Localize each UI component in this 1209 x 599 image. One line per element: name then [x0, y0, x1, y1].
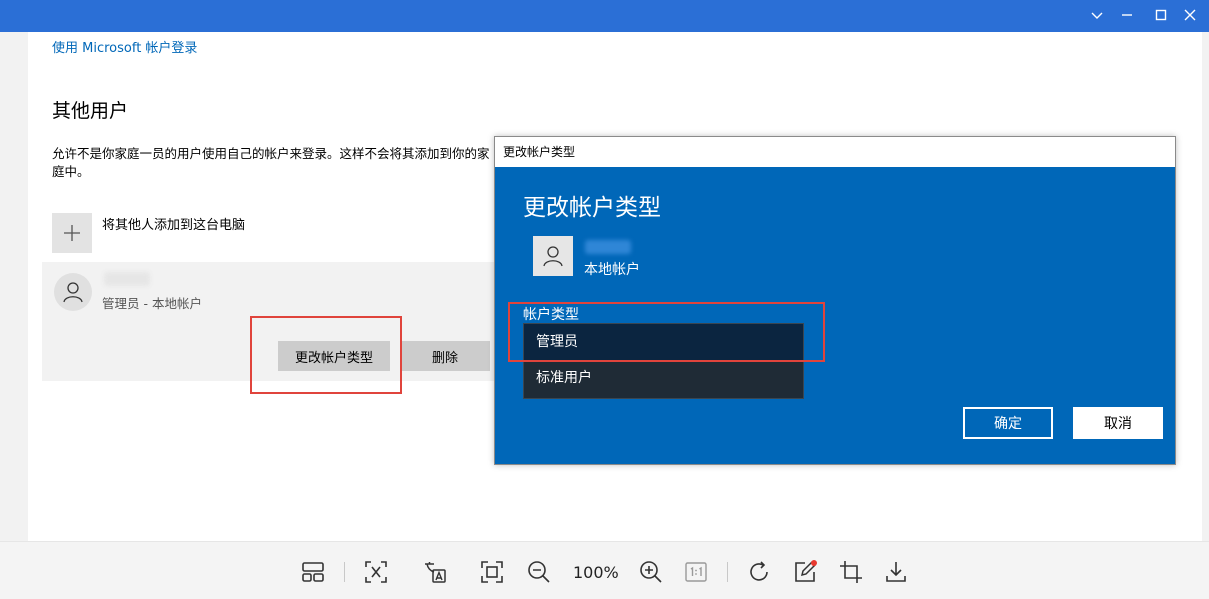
toolbar-separator — [344, 562, 345, 582]
highlight-box-change-type — [250, 316, 402, 394]
ok-button[interactable]: 确定 — [963, 407, 1053, 439]
cancel-button[interactable]: 取消 — [1073, 407, 1163, 439]
layout-icon[interactable] — [299, 558, 327, 586]
person-icon — [63, 282, 83, 303]
edit-icon[interactable] — [791, 558, 819, 586]
user-role-text: 管理员 - 本地帐户 — [102, 296, 202, 311]
blurred-username — [104, 272, 150, 286]
highlight-box-account-type — [508, 302, 825, 362]
zoom-out-icon[interactable] — [525, 558, 553, 586]
delete-user-button[interactable]: 删除 — [400, 341, 490, 371]
rotate-icon[interactable] — [745, 558, 773, 586]
text-extract-icon[interactable] — [362, 558, 390, 586]
viewer-titlebar — [0, 0, 1209, 32]
minimize-icon[interactable] — [1116, 6, 1138, 28]
zoom-level: 100% — [573, 563, 619, 582]
fit-screen-icon[interactable] — [478, 558, 506, 586]
add-user-label[interactable]: 将其他人添加到这台电脑 — [102, 214, 245, 233]
actual-size-icon[interactable] — [682, 558, 710, 586]
dialog-blurred-username — [585, 240, 631, 254]
dialog-avatar — [533, 236, 573, 276]
download-icon[interactable] — [882, 558, 910, 586]
dialog-account-kind: 本地帐户 — [584, 262, 640, 278]
right-margin — [1202, 32, 1209, 541]
other-users-description: 允许不是你家庭一员的用户使用自己的帐户来登录。这样不会将其添加到你的家庭中。 — [52, 146, 490, 179]
other-users-heading: 其他用户 — [52, 100, 129, 122]
dialog-titlebar: 更改帐户类型 — [495, 137, 1175, 167]
change-account-type-dialog: 更改帐户类型 更改帐户类型 本地帐户 帐户类型 管理员 标准用户 确定 取消 — [494, 136, 1176, 465]
zoom-in-icon[interactable] — [637, 558, 665, 586]
translate-icon[interactable] — [421, 558, 449, 586]
toolbar-separator — [727, 562, 728, 582]
plus-icon — [64, 225, 80, 241]
viewer-toolbar: 100% — [0, 541, 1209, 599]
dialog-heading: 更改帐户类型 — [523, 195, 661, 221]
user-avatar — [54, 273, 92, 311]
add-user-button[interactable] — [52, 213, 92, 253]
option-standard-user[interactable]: 标准用户 — [524, 360, 803, 396]
chevron-down-icon[interactable] — [1086, 6, 1108, 28]
maximize-icon[interactable] — [1150, 6, 1172, 28]
left-margin — [0, 32, 28, 541]
crop-icon[interactable] — [837, 558, 865, 586]
close-icon[interactable] — [1179, 6, 1201, 28]
person-icon — [543, 246, 563, 267]
ms-signin-link[interactable]: 使用 Microsoft 帐户登录 — [52, 37, 197, 56]
